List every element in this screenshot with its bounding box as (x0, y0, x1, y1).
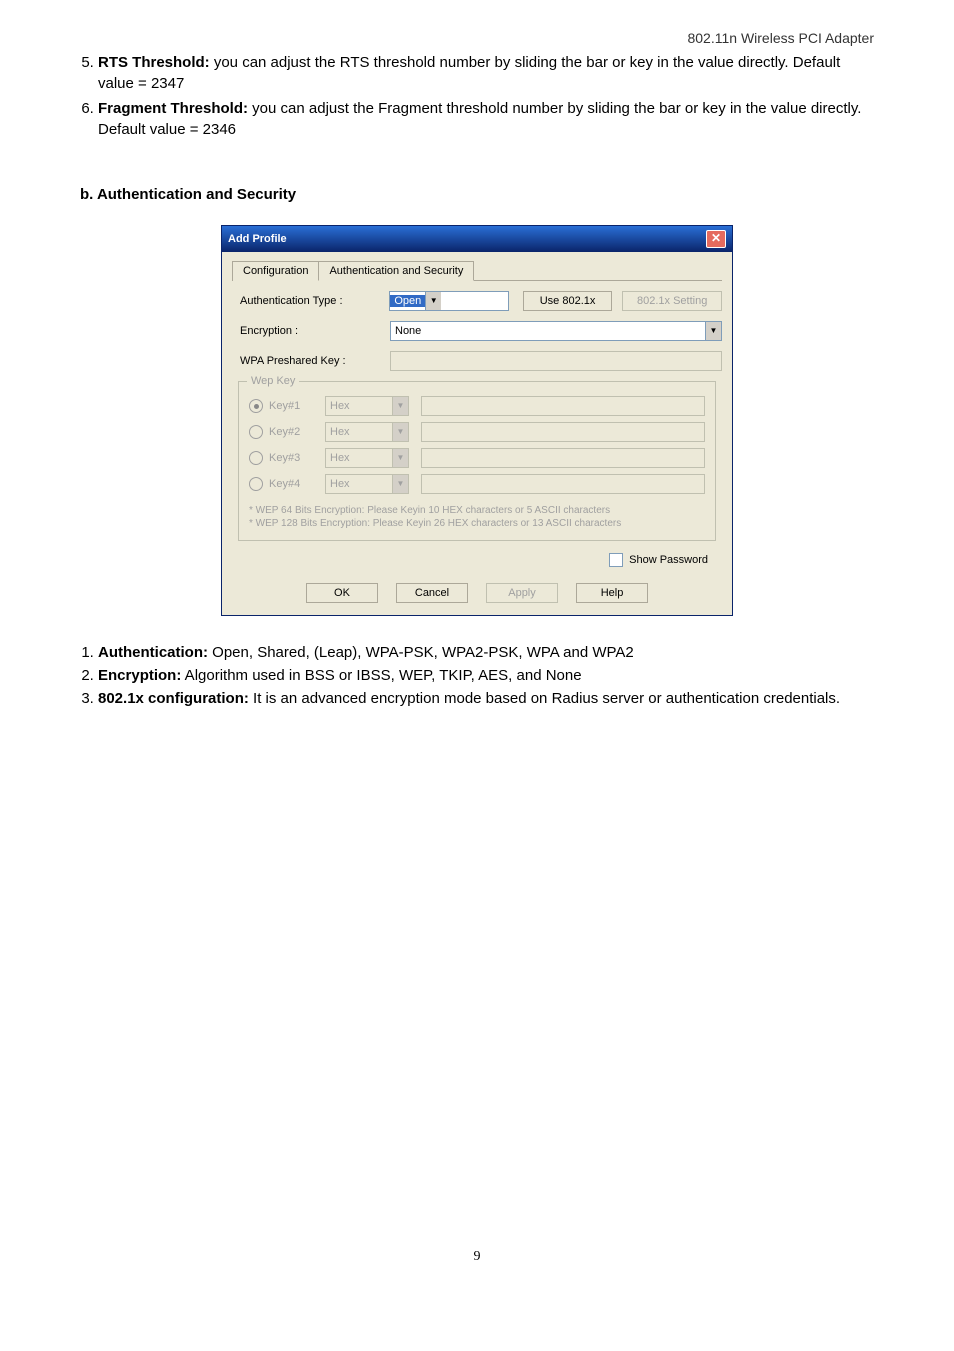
wep-label-1: Key#1 (269, 400, 325, 412)
auth-type-value: Open (390, 295, 425, 307)
wpa-key-label: WPA Preshared Key : (240, 355, 390, 367)
chevron-down-icon: ▼ (392, 397, 408, 415)
encryption-select[interactable]: None ▼ (390, 321, 722, 341)
chevron-down-icon: ▼ (392, 423, 408, 441)
wep-input-4 (421, 474, 705, 494)
encryption-label: Encryption : (240, 325, 390, 337)
wep-row-4: Key#4 Hex▼ (249, 474, 705, 494)
section-b-title: b. Authentication and Security (80, 186, 874, 203)
ok-button[interactable]: OK (306, 583, 378, 603)
wep-type-3: Hex▼ (325, 448, 409, 468)
wep-label-4: Key#4 (269, 478, 325, 490)
bottom-item-2: Encryption: Algorithm used in BSS or IBS… (98, 665, 874, 686)
tab-configuration[interactable]: Configuration (232, 261, 319, 281)
apply-button: Apply (486, 583, 558, 603)
wep-radio-3[interactable] (249, 451, 263, 465)
chevron-down-icon: ▼ (392, 475, 408, 493)
wep-label-3: Key#3 (269, 452, 325, 464)
chevron-down-icon: ▼ (392, 449, 408, 467)
dialog-title: Add Profile (228, 233, 287, 245)
8021x-setting-button: 802.1x Setting (622, 291, 722, 311)
wep-input-1 (421, 396, 705, 416)
bottom-item-3: 802.1x configuration: It is an advanced … (98, 688, 874, 709)
wpa-key-input (390, 351, 722, 371)
wep-help-text: * WEP 64 Bits Encryption: Please Keyin 1… (249, 504, 705, 530)
wep-radio-1[interactable] (249, 399, 263, 413)
auth-type-label: Authentication Type : (240, 295, 389, 307)
chevron-down-icon: ▼ (425, 292, 441, 310)
dialog-tabs: Configuration Authentication and Securit… (232, 260, 722, 281)
wep-type-4: Hex▼ (325, 474, 409, 494)
intro-item-6: Fragment Threshold: you can adjust the F… (98, 98, 874, 140)
wep-label-2: Key#2 (269, 426, 325, 438)
wep-row-2: Key#2 Hex▼ (249, 422, 705, 442)
wep-row-1: Key#1 Hex▼ (249, 396, 705, 416)
tab-auth-security[interactable]: Authentication and Security (318, 261, 474, 281)
wep-radio-2[interactable] (249, 425, 263, 439)
wep-input-2 (421, 422, 705, 442)
wep-type-1: Hex▼ (325, 396, 409, 416)
cancel-button[interactable]: Cancel (396, 583, 468, 603)
bottom-list: Authentication: Open, Shared, (Leap), WP… (80, 642, 874, 709)
wep-radio-4[interactable] (249, 477, 263, 491)
help-button[interactable]: Help (576, 583, 648, 603)
wep-key-group: Wep Key Key#1 Hex▼ Key#2 Hex▼ Key#3 Hex (238, 381, 716, 541)
intro-list: RTS Threshold: you can adjust the RTS th… (80, 52, 874, 140)
page-number: 9 (80, 1249, 874, 1265)
show-password-checkbox[interactable] (609, 553, 623, 567)
chevron-down-icon: ▼ (705, 322, 721, 340)
show-password-label: Show Password (629, 554, 708, 566)
intro-item-5: RTS Threshold: you can adjust the RTS th… (98, 52, 874, 94)
wep-row-3: Key#3 Hex▼ (249, 448, 705, 468)
wep-legend: Wep Key (247, 375, 299, 387)
encryption-value: None (391, 325, 705, 337)
wep-input-3 (421, 448, 705, 468)
close-icon[interactable]: ✕ (706, 230, 726, 248)
wep-type-2: Hex▼ (325, 422, 409, 442)
auth-type-select[interactable]: Open ▼ (389, 291, 508, 311)
add-profile-dialog: Add Profile ✕ Configuration Authenticati… (221, 225, 733, 616)
dialog-titlebar: Add Profile ✕ (222, 226, 732, 252)
page-header: 802.11n Wireless PCI Adapter (80, 30, 874, 46)
bottom-item-1: Authentication: Open, Shared, (Leap), WP… (98, 642, 874, 663)
use-8021x-button[interactable]: Use 802.1x (523, 291, 613, 311)
